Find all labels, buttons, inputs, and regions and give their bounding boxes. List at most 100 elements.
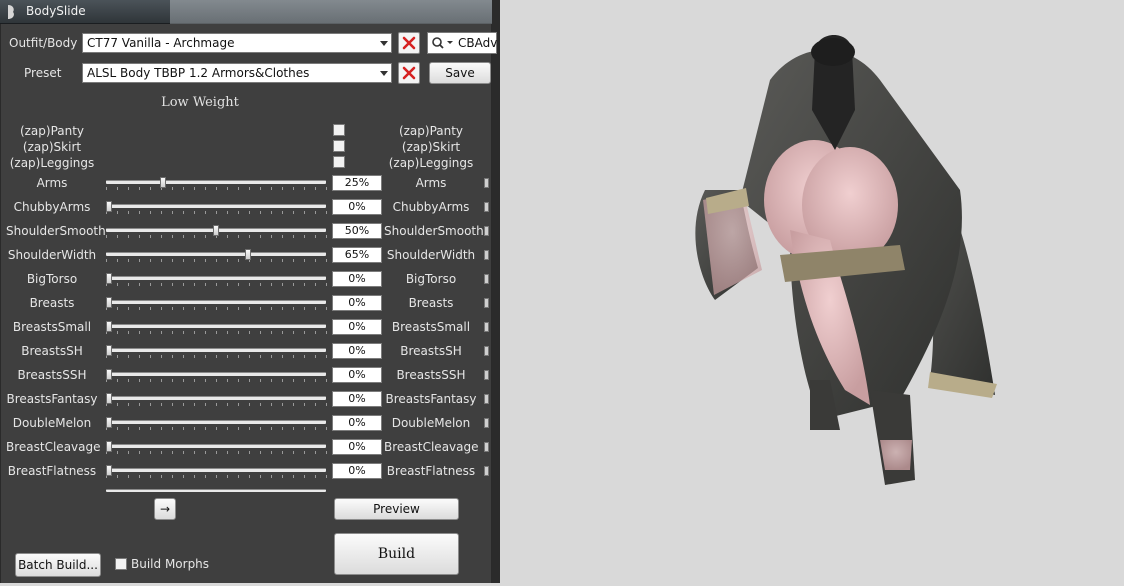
- batch-build-button[interactable]: Batch Build...: [15, 553, 101, 577]
- preview-button[interactable]: Preview: [334, 498, 459, 520]
- slider-value-input[interactable]: 0%: [332, 391, 382, 407]
- high-weight-slider-thumb[interactable]: [484, 298, 489, 308]
- slider-label-right: BreastsSH: [400, 344, 462, 358]
- high-weight-slider-thumb[interactable]: [484, 466, 489, 476]
- slider-track-partial: [106, 489, 326, 492]
- slider-label-right: ShoulderSmooth: [384, 224, 484, 238]
- clear-preset-button[interactable]: [398, 62, 420, 84]
- zap-checkbox[interactable]: [333, 140, 345, 152]
- slider-value-input[interactable]: 65%: [332, 247, 382, 263]
- slider-track[interactable]: [106, 204, 326, 208]
- slider-track[interactable]: [106, 444, 326, 448]
- build-morphs-checkbox[interactable]: [115, 558, 127, 570]
- slider-label-left: ChubbyArms: [13, 200, 91, 214]
- outfit-label: Outfit/Body: [9, 36, 78, 50]
- slider-thumb[interactable]: [106, 321, 112, 332]
- slider-thumb[interactable]: [106, 465, 112, 476]
- high-weight-slider-thumb[interactable]: [484, 418, 489, 428]
- zap-label-right: (zap)Skirt: [401, 140, 461, 154]
- section-title: Low Weight: [161, 95, 239, 110]
- preset-value: ALSL Body TBBP 1.2 Armors&Clothes: [87, 66, 310, 80]
- slider-track[interactable]: [106, 276, 326, 280]
- slider-label-right: DoubleMelon: [391, 416, 471, 430]
- slider-thumb[interactable]: [106, 417, 112, 428]
- slider-thumb[interactable]: [106, 345, 112, 356]
- slider-track[interactable]: [106, 420, 326, 424]
- zap-checkbox[interactable]: [333, 124, 345, 136]
- slider-label-left: ShoulderSmooth: [6, 224, 106, 238]
- slider-label-right: ChubbyArms: [392, 200, 470, 214]
- slider-thumb[interactable]: [106, 393, 112, 404]
- high-weight-slider-thumb[interactable]: [484, 394, 489, 404]
- title-bar: BodySlide: [0, 0, 492, 24]
- slider-label-right: ShoulderWidth: [386, 248, 476, 262]
- slider-track[interactable]: [106, 372, 326, 376]
- slider-label-left: BreastsFantasy: [6, 392, 98, 406]
- slider-value-input[interactable]: 0%: [332, 199, 382, 215]
- slider-label-left: BigTorso: [26, 272, 78, 286]
- slider-thumb[interactable]: [106, 297, 112, 308]
- high-weight-slider-thumb[interactable]: [484, 442, 489, 452]
- slider-value-input[interactable]: 0%: [332, 319, 382, 335]
- slider-label-right: BigTorso: [405, 272, 457, 286]
- slider-ticks: [106, 187, 327, 190]
- slider-value-input[interactable]: 25%: [332, 175, 382, 191]
- slider-value-input[interactable]: 0%: [332, 343, 382, 359]
- slider-thumb[interactable]: [213, 225, 219, 236]
- slider-thumb[interactable]: [106, 201, 112, 212]
- high-weight-slider-thumb[interactable]: [484, 202, 489, 212]
- zap-checkbox[interactable]: [333, 156, 345, 168]
- outfit-filter-input[interactable]: CBAdv: [427, 32, 497, 54]
- slider-thumb[interactable]: [106, 273, 112, 284]
- slider-label-left: Arms: [36, 176, 68, 190]
- slider-thumb[interactable]: [106, 369, 112, 380]
- slider-label-right: BreastFlatness: [386, 464, 476, 478]
- slider-ticks: [106, 403, 327, 406]
- slider-track[interactable]: [106, 252, 326, 256]
- save-preset-button[interactable]: Save: [429, 62, 491, 84]
- outfit-model-render: [695, 35, 997, 485]
- slider-thumb[interactable]: [159, 177, 166, 188]
- filter-value: CBAdv: [458, 36, 498, 50]
- slider-ticks: [106, 307, 327, 310]
- preview-viewport[interactable]: [500, 0, 1124, 583]
- zap-label-left: (zap)Skirt: [22, 140, 82, 154]
- slider-thumb[interactable]: [245, 249, 252, 260]
- slider-label-left: DoubleMelon: [12, 416, 92, 430]
- slider-ticks: [106, 211, 327, 214]
- slider-track[interactable]: [106, 396, 326, 400]
- high-weight-slider-thumb[interactable]: [484, 322, 489, 332]
- slider-label-left: BreastFlatness: [7, 464, 97, 478]
- arrow-button[interactable]: →: [154, 498, 176, 520]
- slider-track[interactable]: [106, 300, 326, 304]
- slider-value-input[interactable]: 0%: [332, 295, 382, 311]
- high-weight-slider-thumb[interactable]: [484, 178, 489, 188]
- red-x-icon: [402, 66, 416, 80]
- slider-track[interactable]: [106, 180, 326, 184]
- high-weight-slider-thumb[interactable]: [484, 274, 489, 284]
- high-weight-slider-thumb[interactable]: [484, 250, 489, 260]
- build-button[interactable]: Build: [334, 533, 459, 575]
- slider-thumb[interactable]: [106, 441, 112, 452]
- slider-label-left: ShoulderWidth: [7, 248, 97, 262]
- slider-value-input[interactable]: 0%: [332, 271, 382, 287]
- high-weight-slider-thumb[interactable]: [484, 226, 489, 236]
- slider-value-input[interactable]: 50%: [332, 223, 382, 239]
- outfit-dropdown[interactable]: CT77 Vanilla - Archmage: [82, 33, 392, 53]
- search-icon: [432, 37, 453, 49]
- slider-value-input[interactable]: 0%: [332, 439, 382, 455]
- slider-track[interactable]: [106, 468, 326, 472]
- slider-track[interactable]: [106, 324, 326, 328]
- slider-track[interactable]: [106, 348, 326, 352]
- slider-ticks: [106, 259, 327, 262]
- slider-value-input[interactable]: 0%: [332, 463, 382, 479]
- clear-outfit-button[interactable]: [398, 32, 420, 54]
- high-weight-slider-thumb[interactable]: [484, 346, 489, 356]
- slider-value-input[interactable]: 0%: [332, 415, 382, 431]
- slider-ticks: [106, 451, 327, 454]
- high-weight-slider-thumb[interactable]: [484, 370, 489, 380]
- preset-dropdown[interactable]: ALSL Body TBBP 1.2 Armors&Clothes: [82, 63, 392, 83]
- slider-value-input[interactable]: 0%: [332, 367, 382, 383]
- zap-label-right: (zap)Leggings: [388, 156, 474, 170]
- slider-label-left: BreastsSH: [21, 344, 83, 358]
